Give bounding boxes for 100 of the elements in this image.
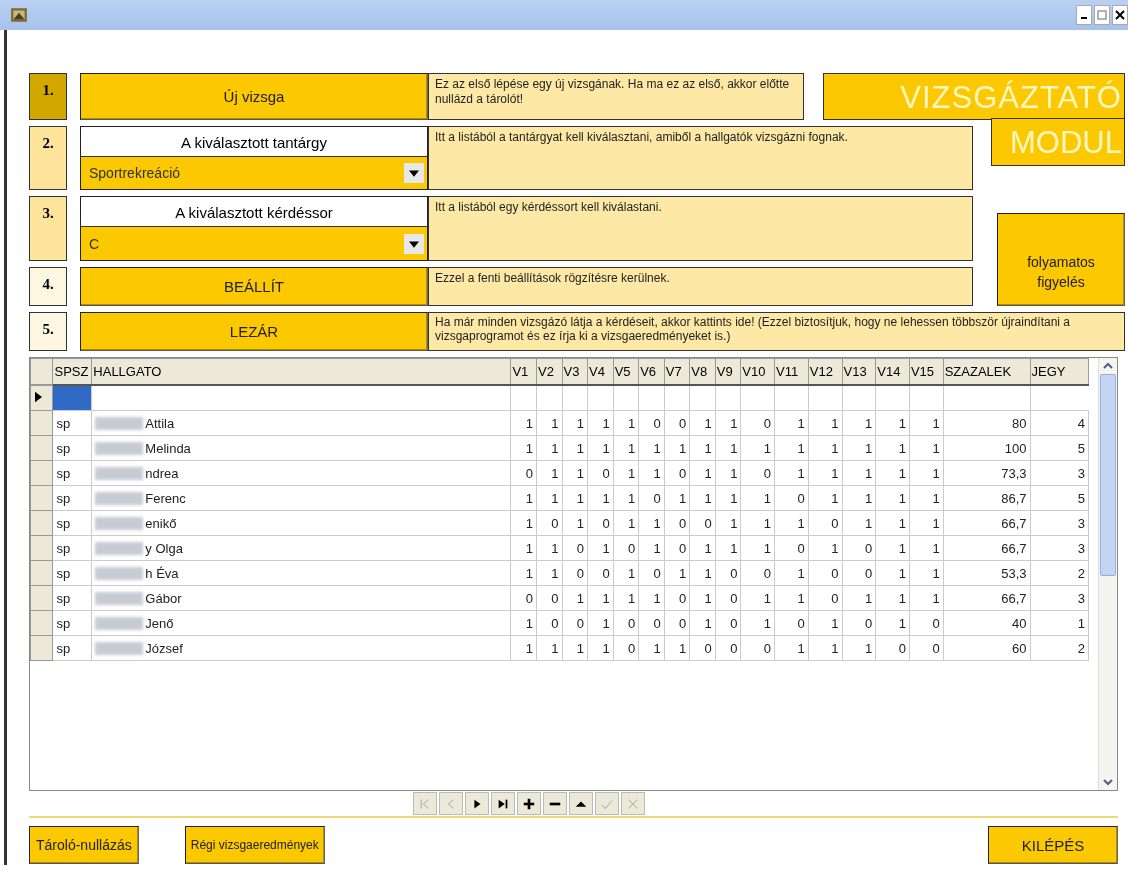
- column-header[interactable]: SPSZ: [53, 358, 92, 385]
- close-icon[interactable]: [1115, 10, 1125, 20]
- table-cell: 4: [1030, 410, 1089, 436]
- table-cell: 1: [774, 410, 809, 436]
- table-cell: h Éva: [145, 565, 179, 581]
- table-cell: 0: [808, 560, 842, 586]
- table-cell: 66,7: [943, 510, 1031, 536]
- table-cell: 1: [842, 510, 876, 536]
- table-cell: 66,7: [943, 535, 1031, 561]
- table-cell: 1: [875, 435, 910, 461]
- table-cell: 0: [740, 410, 775, 436]
- table-cell: 1: [638, 635, 665, 661]
- plus-icon[interactable]: [521, 796, 536, 811]
- table-cell: 1: [587, 485, 614, 511]
- table-cell: 1: [808, 635, 842, 661]
- table-cell: 1: [808, 460, 842, 486]
- table-cell: 0: [664, 585, 690, 611]
- column-header[interactable]: V9: [715, 358, 741, 385]
- table-cell: 0: [774, 610, 809, 636]
- field-label: A kiválasztott kérdéssor: [174, 203, 334, 223]
- step-number: 1.: [29, 73, 67, 120]
- step-button[interactable]: Új vizsga: [80, 73, 428, 120]
- step-number: 4.: [29, 267, 67, 306]
- table-cell: 1: [774, 460, 809, 486]
- dropdown[interactable]: Sportrekreáció: [81, 156, 427, 189]
- nav-add-button[interactable]: [516, 792, 541, 815]
- column-header[interactable]: V14: [875, 358, 910, 385]
- column-header[interactable]: V3: [562, 358, 588, 385]
- table-cell: 1: [715, 435, 741, 461]
- nav-delete-button[interactable]: [542, 792, 567, 815]
- table-cell: 3: [1030, 460, 1089, 486]
- reset-button[interactable]: Tároló-nullázás: [29, 826, 139, 864]
- blurred-redaction: [95, 616, 144, 630]
- table-cell: 1: [842, 585, 876, 611]
- column-header[interactable]: V13: [842, 358, 876, 385]
- table-cell: 1: [664, 635, 690, 661]
- table-cell: 1: [689, 460, 716, 486]
- column-header[interactable]: V10: [740, 358, 775, 385]
- table-cell: 0: [664, 610, 690, 636]
- table-cell: sp: [53, 485, 92, 511]
- table-cell: 0: [715, 635, 741, 661]
- history-button[interactable]: Régi vizsgaeredmények: [184, 826, 325, 864]
- minimize-button[interactable]: [1076, 5, 1092, 25]
- table-cell: 1: [510, 510, 537, 536]
- column-header[interactable]: V11: [774, 358, 809, 385]
- table-cell: 3: [1030, 535, 1089, 561]
- table-cell: 1: [808, 485, 842, 511]
- maximize-icon[interactable]: [1097, 10, 1107, 20]
- column-header[interactable]: V5: [613, 358, 639, 385]
- step-description: Ez az első lépése egy új vizsgának. Ha ma ez az első, akkor előtte nullázd a tárolót!: [428, 73, 804, 120]
- module-title: VIZSGÁZTATÓ: [823, 73, 1125, 120]
- table-cell: 1: [774, 560, 809, 586]
- table-cell: sp: [53, 460, 92, 486]
- column-header[interactable]: HALLGATO: [91, 358, 511, 385]
- blurred-redaction: [95, 441, 144, 455]
- dropdown[interactable]: C: [81, 226, 427, 260]
- table-cell: y Olga: [145, 540, 183, 556]
- table-cell: 1: [909, 435, 944, 461]
- table-cell: 0: [613, 610, 639, 636]
- table-cell: 1: [875, 485, 910, 511]
- column-header[interactable]: SZAZALEK: [943, 358, 1031, 385]
- table-cell: 0: [689, 635, 716, 661]
- column-header[interactable]: JEGY: [1030, 358, 1089, 385]
- table-cell: sp: [53, 560, 92, 586]
- table-cell: 1: [875, 460, 910, 486]
- column-header[interactable]: V12: [808, 358, 842, 385]
- field-label: A kiválasztott tantárgy: [180, 133, 328, 153]
- table-cell: Melinda: [145, 440, 191, 456]
- close-button[interactable]: [1112, 5, 1128, 25]
- table-cell: 1: [689, 435, 716, 461]
- column-header[interactable]: V1: [510, 358, 537, 385]
- table-cell: 3: [1030, 510, 1089, 536]
- table-cell: 0: [808, 585, 842, 611]
- table-cell: 66,7: [943, 585, 1031, 611]
- exit-button[interactable]: KILÉPÉS: [988, 826, 1118, 864]
- table-cell: 1: [808, 535, 842, 561]
- table-cell: 1: [587, 535, 614, 561]
- column-header[interactable]: V7: [664, 358, 690, 385]
- table-cell: 1: [638, 510, 665, 536]
- column-header[interactable]: V2: [536, 358, 563, 385]
- step-number: 3.: [29, 196, 67, 261]
- monitor-button[interactable]: folyamatos figyelés: [997, 213, 1125, 306]
- table-cell: 1: [774, 635, 809, 661]
- nav-next-button[interactable]: [464, 792, 489, 815]
- column-header[interactable]: V8: [689, 358, 716, 385]
- column-header[interactable]: V15: [909, 358, 944, 385]
- table-cell: 1: [536, 410, 563, 436]
- nav-edit-button[interactable]: [568, 792, 593, 815]
- column-header[interactable]: V6: [638, 358, 665, 385]
- step-button[interactable]: BEÁLLÍT: [80, 267, 428, 306]
- table-cell: 1: [909, 485, 944, 511]
- nav-last-button[interactable]: [490, 792, 515, 815]
- step-button[interactable]: LEZÁR: [80, 312, 428, 351]
- table-cell: 100: [943, 435, 1031, 461]
- table-cell: 53,3: [943, 560, 1031, 586]
- vertical-scrollbar[interactable]: [1098, 358, 1117, 790]
- table-cell: 1: [562, 460, 588, 486]
- table-cell: 1: [909, 535, 944, 561]
- table-cell: 1: [774, 585, 809, 611]
- column-header[interactable]: V4: [587, 358, 614, 385]
